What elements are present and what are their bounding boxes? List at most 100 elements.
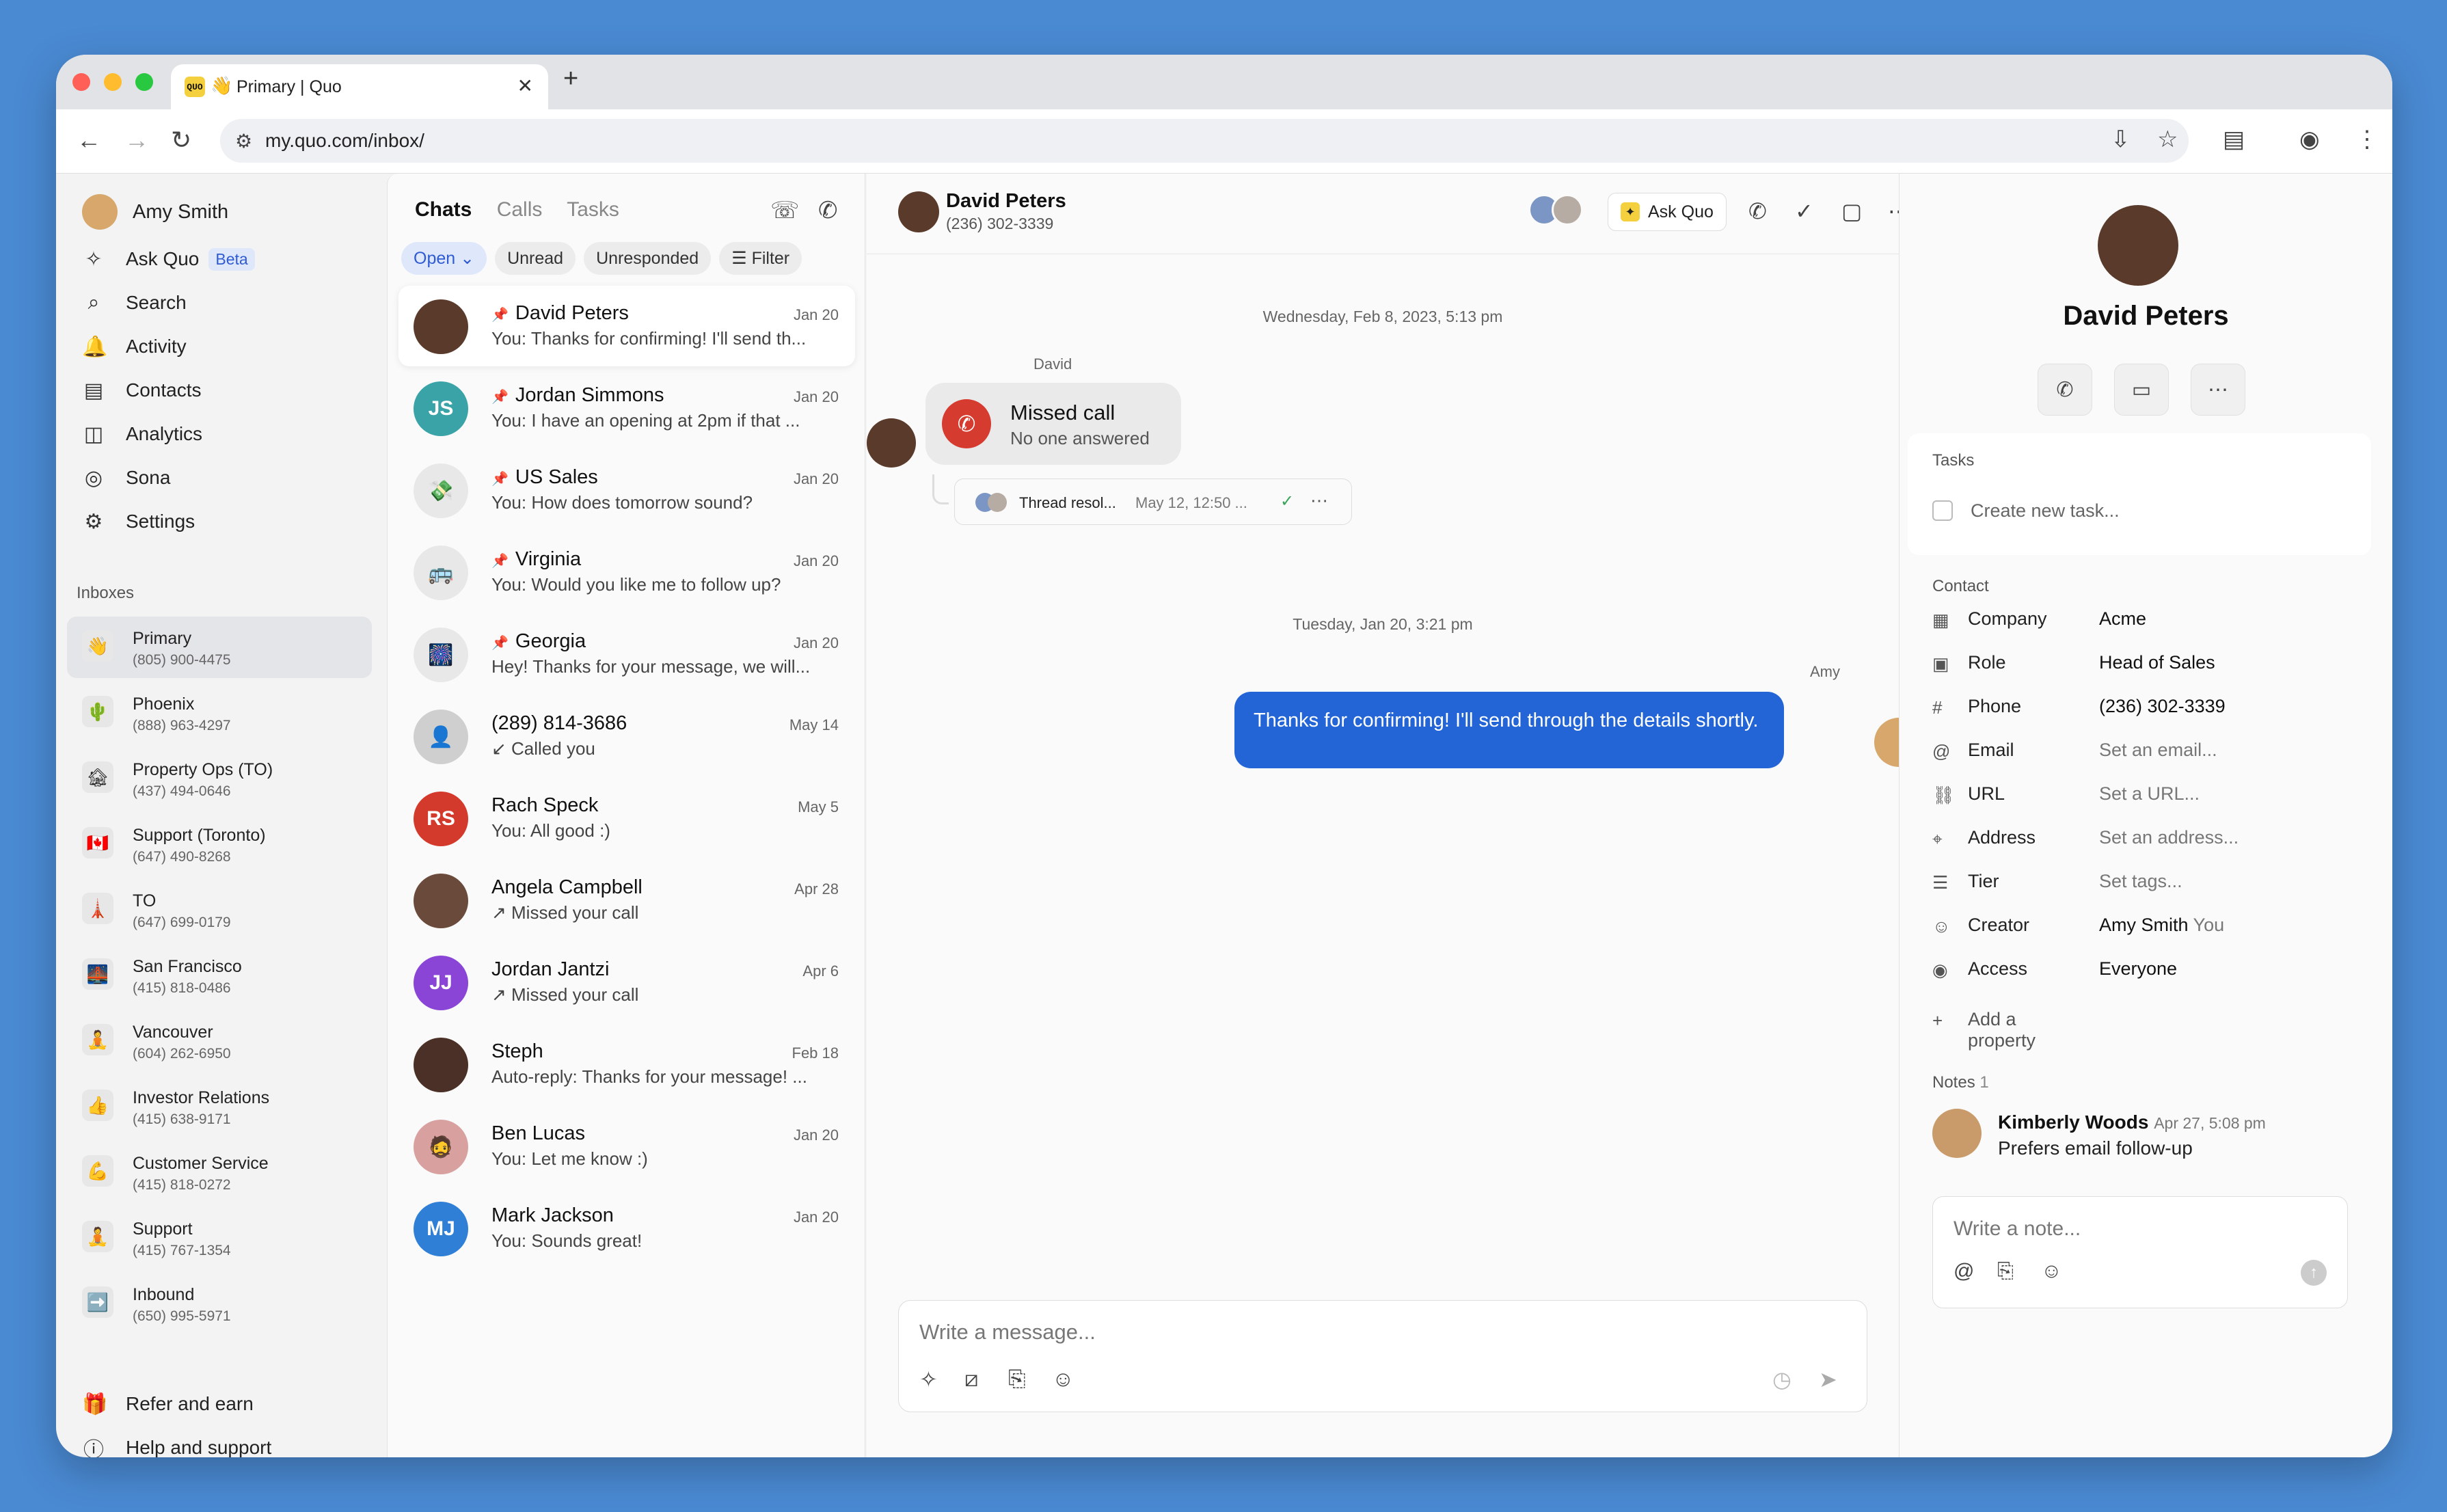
send-icon[interactable]: ➤ [1819, 1366, 1837, 1392]
url-field[interactable]: ⚙ my.quo.com/inbox/ [220, 119, 2189, 163]
chat-list-item[interactable]: MJ Mark Jackson Jan 20 You: Sounds great! [398, 1188, 855, 1269]
sidebar-item-settings[interactable]: ⚙ Settings [82, 501, 195, 542]
sidebar-item-ask-quo[interactable]: ✧ Ask Quo Beta [82, 239, 255, 280]
inbox-item[interactable]: 🌵 Phoenix (888) 963-4297 [67, 682, 372, 744]
new-task-icon[interactable]: ▢ [1841, 198, 1862, 224]
schedule-icon[interactable]: ◷ [1772, 1366, 1792, 1392]
attachment-icon[interactable]: ⎘ [1008, 1366, 1026, 1392]
inbox-item[interactable]: 🌉 San Francisco (415) 818-0486 [67, 945, 372, 1006]
chat-list-item[interactable]: JJ Jordan Jantzi Apr 6 ↗ Missed your call [398, 942, 855, 1023]
tab-calls[interactable]: Calls [497, 198, 543, 221]
chat-avatar [414, 1038, 468, 1092]
filter-unread[interactable]: Unread [495, 242, 576, 275]
help-and-support[interactable]: ⓘ Help and support [82, 1427, 271, 1457]
property-value[interactable]: Head of Sales [2099, 652, 2215, 673]
pin-icon: 📌 [491, 554, 509, 569]
browser-tab-primary[interactable]: QUO 👋 Primary | Quo ✕ [171, 64, 548, 109]
snippet-icon[interactable]: ⧄ [964, 1366, 978, 1392]
phone-dialer-icon[interactable]: ✆ [818, 197, 838, 224]
sidebar-item-contacts[interactable]: ▤ Contacts [82, 370, 202, 411]
back-icon[interactable]: ← [77, 126, 101, 154]
chat-list-item[interactable]: JS 📌 Jordan Simmons Jan 20 You: I have an op… [398, 368, 855, 448]
bookmark-star-icon[interactable]: ☆ [2157, 126, 2178, 153]
task-input[interactable]: Create new task... [1971, 500, 2120, 522]
profile-icon[interactable]: ◉ [2299, 126, 2320, 153]
filter-open[interactable]: Open ⌄ [401, 242, 487, 275]
chat-list-item[interactable]: RS Rach Speck May 5 You: All good :) [398, 778, 855, 859]
property-value[interactable]: Set an email... [2099, 740, 2217, 761]
tab-tasks[interactable]: Tasks [567, 198, 619, 221]
property-value[interactable]: Acme [2099, 608, 2146, 630]
inbox-item[interactable]: 👍 Investor Relations (415) 638-9171 [67, 1076, 372, 1137]
filter-button[interactable]: ☰ Filter [719, 242, 802, 275]
reading-list-icon[interactable]: ▤ [2223, 126, 2245, 153]
site-info-icon[interactable]: ⚙ [235, 130, 252, 152]
forward-icon[interactable]: → [124, 126, 149, 154]
contact-more-button[interactable]: ⋯ [2191, 364, 2245, 416]
contact-call-button[interactable]: ✆ [2038, 364, 2092, 416]
tab-chats[interactable]: Chats [415, 198, 472, 221]
ai-sparkle-icon[interactable]: ✧ [919, 1366, 938, 1392]
task-checkbox[interactable] [1932, 500, 1953, 521]
outgoing-message[interactable]: Thanks for confirming! I'll send through… [1234, 692, 1784, 768]
message-composer[interactable]: Write a message... ✧ ⧄ ⎘ ☺ ◷ ➤ [898, 1300, 1867, 1412]
chat-list-item[interactable]: 🚌 📌 Virginia Jan 20 You: Would you like me t… [398, 532, 855, 612]
install-icon[interactable]: ⇩ [2111, 126, 2131, 153]
note-composer[interactable]: Write a note... @ ⎘ ☺ ↑ [1932, 1196, 2348, 1308]
chat-list-item[interactable]: 🧔 Ben Lucas Jan 20 You: Let me know :) [398, 1106, 855, 1187]
thread-reply[interactable]: Thread resol... May 12, 12:50 ... ✓ ⋯ [954, 478, 1352, 525]
contact-message-button[interactable]: ▭ [2114, 364, 2169, 416]
conversation-contact-name[interactable]: David Peters [946, 190, 1066, 213]
property-value[interactable]: Set an address... [2099, 827, 2239, 848]
new-tab-icon[interactable]: + [563, 64, 578, 94]
inbox-item[interactable]: 🏚 Property Ops (TO) (437) 494-0646 [67, 748, 372, 809]
close-window-button[interactable] [72, 73, 90, 91]
emoji-icon[interactable]: ☺ [2041, 1260, 2062, 1283]
inbox-item[interactable]: 🇨🇦 Support (Toronto) (647) 490-8268 [67, 813, 372, 875]
property-key: URL [1968, 783, 2005, 804]
inbox-item[interactable]: 💪 Customer Service (415) 818-0272 [67, 1142, 372, 1203]
missed-call-card[interactable]: ✆ Missed call No one answered [925, 383, 1181, 465]
tab-close-icon[interactable]: ✕ [517, 75, 533, 97]
contact-name[interactable]: David Peters [1900, 301, 2392, 332]
chat-list-item[interactable]: 💸 📌 US Sales Jan 20 You: How does tomorrow s… [398, 450, 855, 530]
property-value[interactable]: Amy Smith You [2099, 915, 2224, 936]
attachment-icon[interactable]: ⎘ [1997, 1260, 2014, 1283]
participant-avatar[interactable] [1552, 194, 1583, 226]
filter-unresponded[interactable]: Unresponded [584, 242, 712, 275]
chat-list-item[interactable]: 👤 (289) 814-3686 May 14 ↙ Called you [398, 696, 855, 777]
browser-menu-icon[interactable]: ⋮ [2355, 126, 2379, 153]
sidebar-item-sona[interactable]: ◎ Sona [82, 457, 171, 498]
inbox-item[interactable]: 👋 Primary (805) 900-4475 [67, 617, 372, 678]
new-call-icon[interactable]: ☏ [770, 197, 800, 224]
mention-icon[interactable]: @ [1953, 1260, 1974, 1283]
inbox-item[interactable]: 🧘 Support (415) 767-1354 [67, 1207, 372, 1269]
chat-list-item[interactable]: Steph Feb 18 Auto-reply: Thanks for your m… [398, 1024, 855, 1105]
inbox-item[interactable]: 🗼 TO (647) 699-0179 [67, 879, 372, 941]
property-value[interactable]: (236) 302-3339 [2099, 696, 2226, 717]
message-input[interactable]: Write a message... [919, 1320, 1096, 1345]
submit-note-icon[interactable]: ↑ [2301, 1260, 2327, 1286]
emoji-icon[interactable]: ☺ [1052, 1366, 1074, 1392]
sidebar-item-search[interactable]: ⌕ Search [82, 282, 187, 323]
call-icon[interactable]: ✆ [1748, 198, 1767, 224]
minimize-window-button[interactable] [104, 73, 122, 91]
property-value[interactable]: Set tags... [2099, 871, 2182, 892]
inbox-item[interactable]: 🧘 Vancouver (604) 262-6950 [67, 1010, 372, 1072]
ask-quo-button[interactable]: ✦ Ask Quo [1608, 193, 1727, 231]
chat-list-item[interactable]: Angela Campbell Apr 28 ↗ Missed your call [398, 860, 855, 941]
sidebar-item-activity[interactable]: 🔔 Activity [82, 326, 187, 367]
note-input[interactable]: Write a note... [1953, 1217, 2081, 1241]
property-value[interactable]: Everyone [2099, 958, 2177, 980]
chat-list-item[interactable]: 📌 David Peters Jan 20 You: Thanks for confi… [398, 286, 855, 366]
contact-avatar[interactable] [898, 191, 939, 232]
thread-more-icon[interactable]: ⋯ [1310, 490, 1328, 511]
maximize-window-button[interactable] [135, 73, 153, 91]
refer-and-earn[interactable]: 🎁 Refer and earn [82, 1383, 254, 1425]
reload-icon[interactable]: ↻ [171, 126, 191, 154]
property-value[interactable]: Set a URL... [2099, 783, 2200, 805]
checkmark-icon[interactable]: ✓ [1795, 198, 1813, 224]
inbox-item[interactable]: ➡️ Inbound (650) 995-5971 [67, 1273, 372, 1334]
chat-list-item[interactable]: 🎆 📌 Georgia Jan 20 Hey! Thanks for your mess… [398, 614, 855, 694]
sidebar-item-analytics[interactable]: ◫ Analytics [82, 414, 202, 455]
